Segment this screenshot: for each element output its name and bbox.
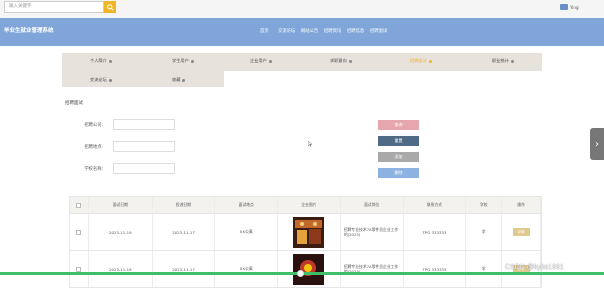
delete-button[interactable]: 删除 [378,168,419,178]
user-menu[interactable]: Ying [560,4,579,10]
header-cell: 投递日期 [153,197,216,213]
interview-date: 2023-11-19 [89,251,153,287]
category-bar-gap [224,71,542,88]
cat-label: 交流论坛 [90,77,107,82]
table-row: 2023-11-19 2023-11-17 XX公寓 招聘专业技术7A零件员企业… [69,251,542,288]
nav-forum[interactable]: 交流论坛 [278,28,301,34]
cat-label: 求职意向 [330,58,347,63]
side-expand-tab[interactable]: › [590,128,604,160]
contact: TPG 333333 [404,251,467,287]
cat-icon [348,59,352,63]
company-image-cell [278,251,341,287]
job-title: 招聘专业技术7A零件员企业工作的(2023) [341,214,404,250]
header-cell: 面试岗位 [341,197,404,213]
school-input[interactable] [113,163,175,174]
interview-date: 2023-11-19 [89,214,153,250]
company-image [293,216,325,248]
cat-companies[interactable]: 企业用户 [250,58,272,64]
nav-home[interactable]: 首页 [260,28,278,34]
cat-icon [108,78,112,82]
company-input[interactable] [113,119,175,130]
cat-label: 收藏 [172,77,181,82]
table-row: 2023-11-19 2023-11-17 XX公寓 招聘专业技术7A零件员企业… [69,214,542,251]
search-button[interactable] [104,1,116,13]
top-bar: 输入关键字 Ying [0,0,604,18]
table-header: 面试日期 投递日期 面试地点 企业图片 面试岗位 联系方式 学校 操作 [69,196,542,214]
cat-icon [428,59,432,63]
header: 毕业生就业管理系统 首页 交流论坛 网站公告 招聘资讯 招聘信息 招聘面试 [0,18,604,46]
header-cell: 面试日期 [89,197,153,213]
location-input[interactable] [113,141,175,152]
site-title: 毕业生就业管理系统 [4,28,54,34]
progress-handle[interactable] [297,270,304,277]
search-icon [106,3,114,11]
apply-date: 2023-11-17 [153,251,216,287]
cat-favorites[interactable]: 收藏 [172,77,186,83]
header-cell: 联系方式 [404,197,467,213]
location: XX公寓 [215,214,279,250]
cat-icon [108,59,112,63]
section-title: 招聘面试 [65,101,83,106]
mouse-cursor-icon [308,141,312,147]
school: 学 [466,214,503,250]
cat-profile[interactable]: 个人简介 [90,58,112,64]
add-button[interactable]: 添加 [378,152,419,162]
cat-icon [182,78,186,82]
header-cell: 学校 [466,197,503,213]
cat-icon [268,59,272,63]
select-all-checkbox[interactable] [76,202,82,208]
cat-icon [510,59,514,63]
location: XX公寓 [215,251,279,287]
row-checkbox[interactable] [76,266,82,272]
cat-forum[interactable]: 交流论坛 [90,77,112,83]
row-select[interactable] [70,214,89,250]
cat-label: 个人简介 [90,58,107,63]
cat-interview[interactable]: 招聘面试 [410,58,432,64]
cat-icon [190,59,194,63]
cat-students[interactable]: 学生用户 [172,58,194,64]
row-checkbox[interactable] [76,229,82,235]
nav-notice[interactable]: 网站公告 [301,28,324,34]
company-image-cell [278,214,341,250]
search-input[interactable]: 输入关键字 [4,1,104,13]
cat-label: 企业用户 [250,58,267,63]
school-label: 学校名称: [84,167,103,172]
header-cell: 操作 [502,197,542,213]
action-cell: 详情 [502,214,541,250]
cat-intent[interactable]: 求职意向 [330,58,352,64]
row-select[interactable] [70,251,89,287]
header-select[interactable] [70,197,89,213]
cat-stats[interactable]: 职业统计 [492,58,514,64]
apply-date: 2023-11-17 [153,214,216,250]
watermark: CSDN @kybs1991 [505,264,564,271]
query-button[interactable]: 查询 [378,120,419,130]
cat-label: 职业统计 [492,58,509,63]
header-cell: 面试地点 [215,197,279,213]
header-cell: 企业图片 [278,197,341,213]
main-nav: 首页 交流论坛 网站公告 招聘资讯 招聘信息 招聘面试 [260,28,393,34]
username: Ying [570,4,579,10]
company-label: 招聘公司: [84,123,103,128]
nav-interview[interactable]: 招聘面试 [370,28,393,34]
detail-button[interactable]: 详情 [512,228,530,236]
reset-button[interactable]: 重置 [378,136,419,146]
cat-label: 招聘面试 [410,58,427,63]
job-title: 招聘专业技术7A零件员企业工作的(2023) [341,251,404,287]
nav-jobs[interactable]: 招聘信息 [347,28,370,34]
school: 学 [466,251,503,287]
avatar [560,4,568,10]
contact: TPG 333333 [404,214,467,250]
nav-news[interactable]: 招聘资讯 [324,28,347,34]
location-label: 招聘地点: [84,145,103,150]
chevron-right-icon: › [595,138,599,150]
cat-label: 学生用户 [172,58,189,63]
